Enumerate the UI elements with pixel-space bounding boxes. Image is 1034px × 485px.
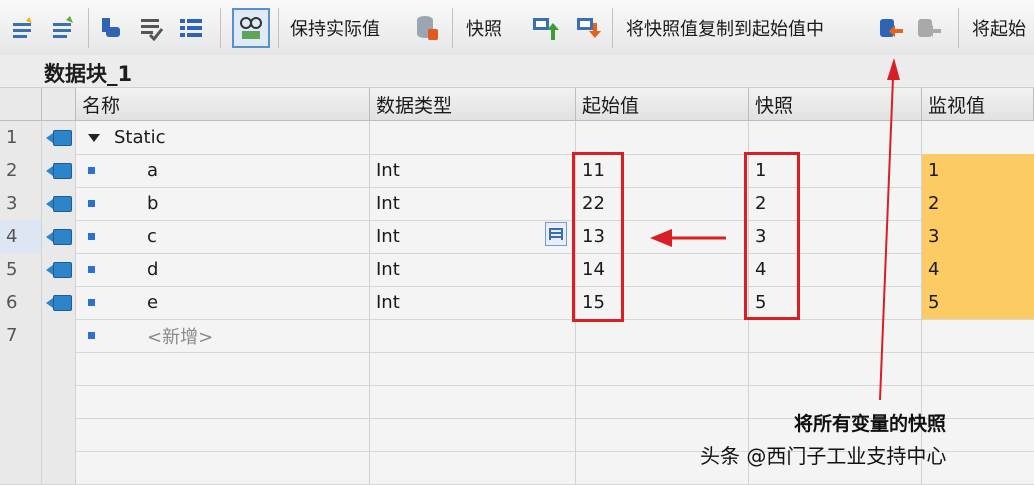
pointer-arrowhead	[887, 58, 900, 80]
annotation-text: 将所有变量的快照	[794, 413, 947, 435]
watermark: 头条 @西门子工业支持中心	[700, 444, 947, 468]
copy-arrowhead	[650, 229, 672, 247]
annotation-arrows	[650, 58, 900, 401]
pointer-arrow	[879, 77, 894, 401]
